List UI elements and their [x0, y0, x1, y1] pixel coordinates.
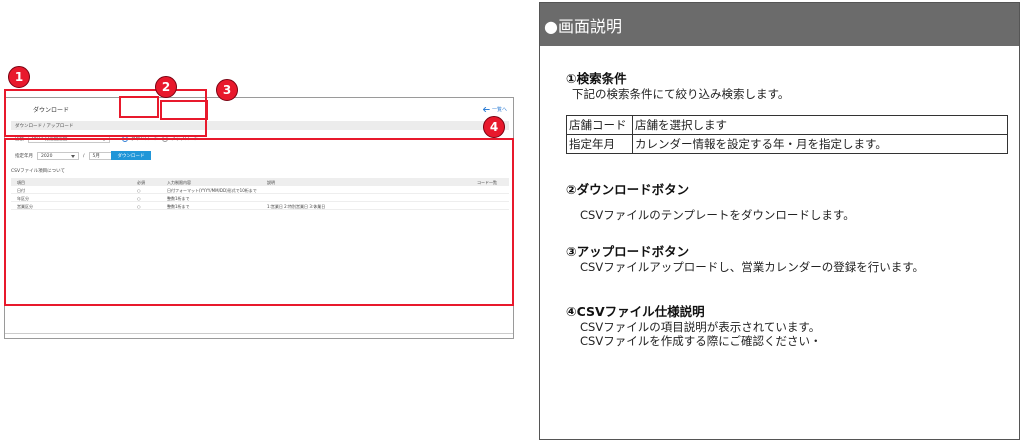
badge-1: 1 — [8, 66, 30, 88]
back-link-label: 一覧へ — [491, 107, 507, 113]
back-arrow-icon — [482, 107, 490, 112]
cell: 指定年月 — [566, 134, 633, 154]
section-text: CSVファイルの項目説明が表示されています。 — [580, 320, 821, 334]
section-spec: ④CSVファイル仕様説明 CSVファイルの項目説明が表示されています。 CSVフ… — [566, 301, 821, 348]
annotation-box-spec — [4, 138, 514, 306]
section-download: ②ダウンロードボタン CSVファイルのテンプレートをダウンロードします。 — [566, 179, 855, 222]
section-text: CSVファイルアップロードし、営業カレンダーの登録を行います。 — [580, 260, 925, 274]
cell: 店舗を選択します — [632, 115, 1008, 135]
badge-3: 3 — [216, 79, 238, 101]
table-row: 店舗コード 店舗を選択します — [566, 115, 1008, 135]
section-upload: ③アップロードボタン CSVファイルアップロードし、営業カレンダーの登録を行いま… — [566, 241, 924, 274]
panel-header: ●画面説明 — [540, 3, 1019, 46]
section-title: ④CSVファイル仕様説明 — [566, 304, 705, 319]
section-title: ③アップロードボタン — [566, 244, 690, 259]
badge-2: 2 — [155, 76, 177, 98]
cell: カレンダー情報を設定する年・月を指定します。 — [632, 134, 1008, 154]
section-title: ②ダウンロードボタン — [566, 182, 690, 197]
section-search: ①検索条件 下記の検索条件にて絞り込み検索します。 — [566, 68, 789, 101]
annotation-box-upload — [160, 100, 208, 120]
section-text: 下記の検索条件にて絞り込み検索します。 — [572, 87, 790, 101]
cell: 店舗コード — [566, 115, 633, 135]
annotation-box-download — [119, 96, 159, 118]
divider — [5, 333, 513, 334]
section-text: CSVファイルを作成する際にご確認ください・ — [580, 334, 822, 348]
section-text: CSVファイルのテンプレートをダウンロードします。 — [580, 208, 855, 222]
section-title: ①検索条件 — [566, 71, 627, 86]
condition-table: 店舗コード 店舗を選択します 指定年月 カレンダー情報を設定する年・月を指定しま… — [566, 115, 1008, 154]
back-to-list-link[interactable]: 一覧へ — [482, 106, 507, 113]
explanation-panel: ●画面説明 ①検索条件 下記の検索条件にて絞り込み検索します。 店舗コード 店舗… — [539, 2, 1020, 440]
table-row: 指定年月 カレンダー情報を設定する年・月を指定します。 — [566, 134, 1008, 154]
badge-4: 4 — [483, 116, 505, 138]
